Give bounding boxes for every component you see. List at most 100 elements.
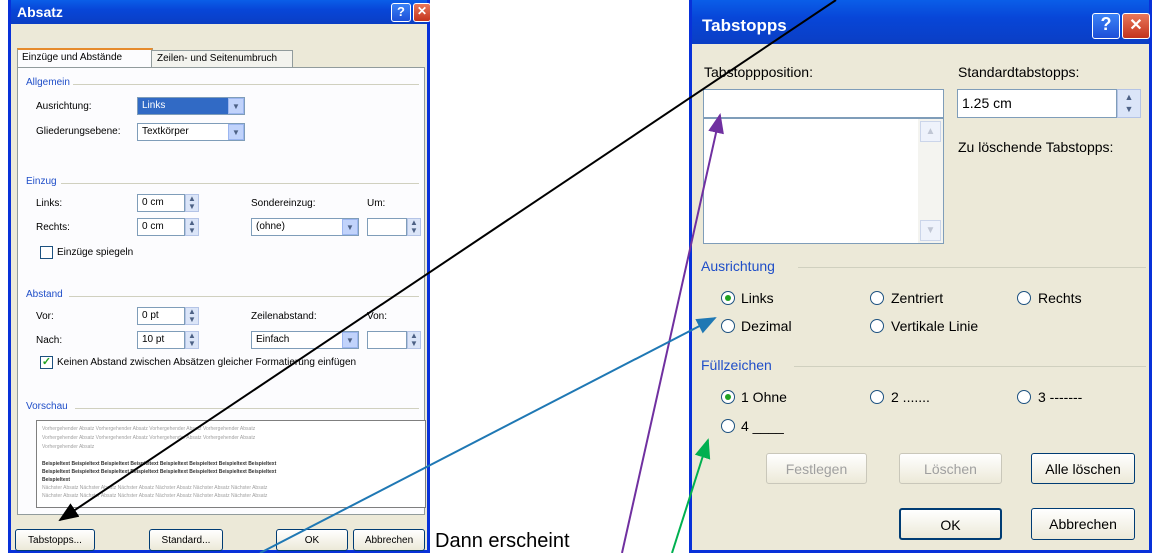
tab-einzuege-label: Einzüge und Abstände — [22, 52, 123, 63]
standardtabstopps-value: 1.25 cm — [962, 95, 1012, 111]
preview-next-line: Nächster Absatz Nächster Absatz Nächster… — [42, 493, 268, 499]
nach-input[interactable]: 10 pt — [137, 331, 185, 349]
standardtabstopps-label: Standardtabstopps: — [958, 64, 1080, 80]
help-button[interactable]: ? — [1092, 13, 1120, 39]
close-icon: ✕ — [1129, 17, 1143, 34]
standard-button[interactable]: Standard... — [149, 529, 223, 551]
tabstopps-button[interactable]: Tabstopps... — [15, 529, 95, 551]
radio-fuell-2[interactable] — [870, 390, 884, 404]
nach-spinner[interactable]: ▲ ▼ — [185, 331, 199, 349]
zeilenabstand-label: Zeilenabstand: — [251, 311, 317, 322]
vor-input[interactable]: 0 pt — [137, 307, 185, 325]
loeschen-button[interactable]: Löschen — [899, 453, 1002, 484]
tab-einzuege[interactable]: Einzüge und Abstände — [17, 48, 153, 68]
keinen-abstand-checkbox[interactable]: ✓ — [40, 356, 53, 369]
einzug-links-input[interactable]: 0 cm — [137, 194, 185, 212]
group-vorschau-heading: Vorschau — [26, 401, 68, 412]
tabstoppposition-label: Tabstoppposition: — [704, 64, 813, 80]
einzug-rechts-spinner[interactable]: ▲ ▼ — [185, 218, 199, 236]
radio-vertikale-linie[interactable] — [870, 319, 884, 333]
spin-down-icon: ▼ — [410, 339, 418, 348]
radio-vertikale-linie-label: Vertikale Linie — [891, 318, 979, 334]
checkmark-icon: ✓ — [41, 356, 52, 368]
vor-label: Vor: — [36, 311, 54, 322]
radio-fuell-3[interactable] — [1017, 390, 1031, 404]
ok-button[interactable]: OK — [276, 529, 348, 551]
ok-button-label: OK — [304, 535, 320, 546]
tab-zeilen-label: Zeilen- und Seitenumbruch — [157, 53, 278, 64]
tabstoppposition-input[interactable] — [703, 89, 944, 118]
von-spinner[interactable]: ▲ ▼ — [407, 331, 421, 349]
um-input[interactable] — [367, 218, 407, 236]
nach-value: 10 pt — [142, 334, 165, 345]
tab-zeilen[interactable]: Zeilen- und Seitenumbruch — [151, 50, 293, 68]
alle-loeschen-button-label: Alle löschen — [1045, 461, 1121, 477]
chevron-down-icon: ▼ — [346, 336, 354, 345]
close-button[interactable]: ✕ — [1122, 13, 1150, 39]
spin-up-icon: ▲ — [1124, 92, 1134, 102]
tabstopp-list-scrollbar[interactable]: ▲ ▼ — [918, 119, 943, 243]
tabstopp-list[interactable] — [703, 118, 944, 244]
group-einzug-line — [61, 183, 419, 184]
spin-down-icon: ▼ — [188, 339, 196, 348]
group-fuellzeichen-line — [794, 366, 1146, 367]
abbrechen-button[interactable]: Abbrechen — [353, 529, 425, 551]
tabstopps-titlebar: Tabstopps ? ✕ — [692, 0, 1150, 44]
tabstopps-button-label: Tabstopps... — [28, 535, 82, 546]
preview-sample-short: Beispieltext — [42, 477, 71, 483]
ok-button[interactable]: OK — [899, 508, 1002, 540]
chevron-down-icon: ▼ — [346, 223, 354, 232]
standardtabstopps-spinner[interactable]: ▲ ▼ — [1117, 89, 1141, 118]
zu-loeschende-label: Zu löschende Tabstopps: — [958, 139, 1114, 155]
radio-zentriert[interactable] — [870, 291, 884, 305]
vor-spinner[interactable]: ▲ ▼ — [185, 307, 199, 325]
radio-rechts-label: Rechts — [1038, 290, 1082, 306]
spin-down-icon: ▼ — [410, 226, 418, 235]
preview-prev-line: Vorhergehender Absatz Vorhergehender Abs… — [42, 435, 256, 441]
group-allgemein-line — [73, 84, 419, 85]
alle-loeschen-button[interactable]: Alle löschen — [1031, 453, 1135, 484]
festlegen-button[interactable]: Festlegen — [766, 453, 867, 484]
zeilenabstand-dropdown-arrow[interactable]: ▼ — [342, 332, 358, 348]
scroll-down-button[interactable]: ▼ — [920, 220, 941, 241]
help-button[interactable]: ? — [391, 3, 411, 22]
chevron-down-icon: ▼ — [232, 102, 240, 111]
spin-down-icon: ▼ — [188, 226, 196, 235]
radio-links[interactable] — [721, 291, 735, 305]
ausrichtung-label: Ausrichtung: — [36, 101, 92, 112]
von-input[interactable] — [367, 331, 407, 349]
chevron-down-icon: ▼ — [232, 128, 240, 137]
help-icon: ? — [1100, 14, 1112, 34]
ausrichtung-dropdown-arrow[interactable]: ▼ — [228, 98, 244, 114]
sondereinzug-dropdown-arrow[interactable]: ▼ — [342, 219, 358, 235]
standardtabstopps-input[interactable]: 1.25 cm — [957, 89, 1117, 118]
radio-dezimal[interactable] — [721, 319, 735, 333]
help-icon: ? — [397, 4, 405, 19]
preview-sample-line: Beispieltext Beispieltext Beispieltext B… — [42, 469, 277, 475]
nach-label: Nach: — [36, 335, 63, 346]
gliederung-dropdown-arrow[interactable]: ▼ — [228, 124, 244, 140]
einzug-rechts-input[interactable]: 0 cm — [137, 218, 185, 236]
radio-rechts[interactable] — [1017, 291, 1031, 305]
einzuege-spiegeln-checkbox[interactable] — [40, 246, 53, 259]
preview-prev-short: Vorhergehender Absatz — [42, 444, 95, 450]
radio-fuell-3-label: 3 ------- — [1038, 389, 1083, 405]
festlegen-button-label: Festlegen — [785, 461, 848, 477]
radio-fuell-2-label: 2 ....... — [891, 389, 930, 405]
scroll-up-button[interactable]: ▲ — [920, 121, 941, 142]
group-ausrichtung-line — [798, 267, 1146, 268]
tabstopps-dialog: Tabstopps ? ✕ Tabstoppposition: ▲ ▼ Stan… — [689, 0, 1152, 553]
radio-fuell-4[interactable] — [721, 419, 735, 433]
group-ausrichtung-heading: Ausrichtung — [701, 258, 775, 274]
einzug-links-value: 0 cm — [142, 197, 164, 208]
einzug-links-spinner[interactable]: ▲ ▼ — [185, 194, 199, 212]
preview-sample-line: Beispieltext Beispieltext Beispieltext B… — [42, 461, 277, 467]
absatz-titlebar: Absatz ? ✕ — [11, 0, 431, 24]
close-button[interactable]: ✕ — [413, 3, 431, 22]
sondereinzug-label: Sondereinzug: — [251, 198, 316, 209]
radio-zentriert-label: Zentriert — [891, 290, 944, 306]
radio-dezimal-label: Dezimal — [741, 318, 792, 334]
um-spinner[interactable]: ▲ ▼ — [407, 218, 421, 236]
abbrechen-button[interactable]: Abbrechen — [1031, 508, 1135, 540]
radio-fuell-1[interactable] — [721, 390, 735, 404]
